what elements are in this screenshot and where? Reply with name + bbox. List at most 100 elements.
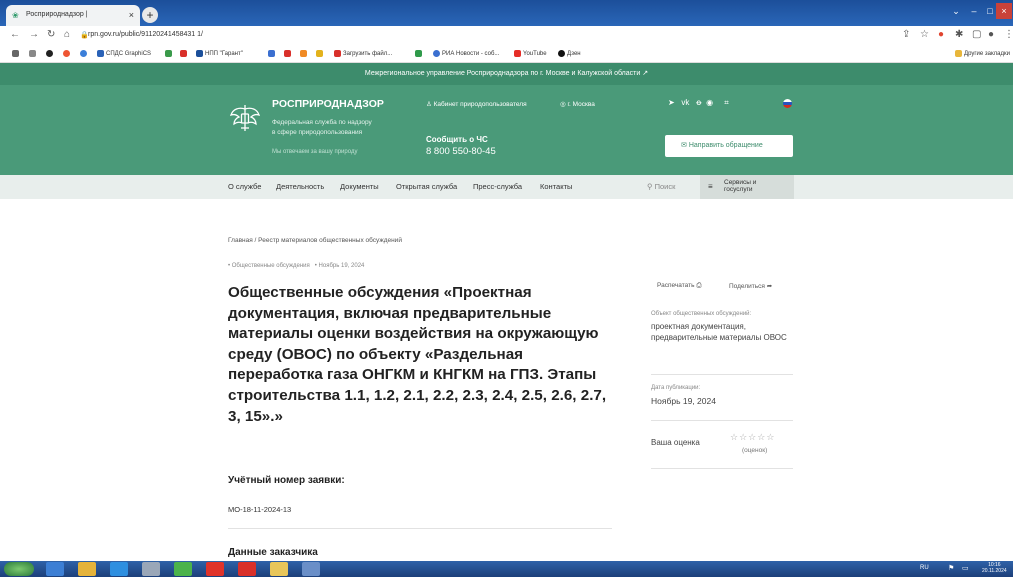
close-window-icon[interactable]: × <box>996 3 1012 19</box>
rating-label: Ваша оценка <box>651 438 700 447</box>
customer-data-heading: Данные заказчика <box>228 547 318 558</box>
bookmark-youtube[interactable]: YouTube <box>514 50 547 57</box>
breadcrumb[interactable]: Главная / Реестр материалов общественных… <box>228 237 402 244</box>
article-meta: • Общественные обсуждения • Ноябрь 19, 2… <box>228 263 364 269</box>
send-appeal-button[interactable]: ✉ Направить обращение <box>665 135 793 157</box>
back-icon[interactable]: ← <box>10 29 20 40</box>
bookmark-ya-icon[interactable] <box>63 50 72 57</box>
minimize-icon[interactable]: – <box>966 3 982 19</box>
menu-about[interactable]: О службе <box>228 182 261 191</box>
services-button[interactable]: ≡ Сервисы и госуслуги <box>700 175 794 199</box>
menu-activity[interactable]: Деятельность <box>276 182 324 191</box>
telegram-icon[interactable]: ➤ <box>668 98 675 107</box>
star-icon[interactable]: ☆ <box>730 432 738 442</box>
profile-avatar-icon[interactable]: ● <box>988 29 994 40</box>
bookmark-apps-icon[interactable] <box>12 50 21 57</box>
menu-contacts[interactable]: Контакты <box>540 182 572 191</box>
share-button[interactable]: Поделиться ➦ <box>729 282 772 290</box>
user-icon: ♙ <box>426 101 432 108</box>
bookmark-star-icon[interactable]: ☆ <box>920 29 929 40</box>
bookmark-spds[interactable]: СПДС GraphiCS <box>97 50 151 57</box>
sidepanel-icon[interactable]: ▢ <box>972 29 981 40</box>
tab-title: Росприроднадзор | <box>26 11 88 18</box>
eagle-emblem-icon[interactable] <box>228 101 262 135</box>
star-icon[interactable]: ☆ <box>757 432 765 442</box>
menu-documents[interactable]: Документы <box>340 182 379 191</box>
city-selector[interactable]: ◎ г. Москва <box>560 100 595 108</box>
folder-icon[interactable] <box>270 562 288 576</box>
other-bookmarks[interactable]: Другие закладки <box>955 50 1010 57</box>
share-page-icon[interactable]: ⇪ <box>902 29 910 40</box>
search-button[interactable]: ⚲ Поиск <box>647 182 675 191</box>
rating-stars[interactable]: ☆☆☆☆☆ <box>730 432 775 443</box>
category-tag[interactable]: • Общественные обсуждения <box>228 263 310 269</box>
browser-tab[interactable]: ❀ Росприроднадзор | × <box>6 5 140 26</box>
explorer-icon[interactable] <box>78 562 96 576</box>
new-tab-button[interactable]: + <box>142 7 158 23</box>
bookmark-grid-icon[interactable] <box>165 50 174 57</box>
print-button[interactable]: Распечатать ⎙ <box>657 282 702 290</box>
extensions-puzzle-icon[interactable]: ✱ <box>955 29 963 40</box>
clock[interactable]: 10:16 20.11.2024 <box>982 562 1007 574</box>
tray-network-icon[interactable]: ▭ <box>962 564 969 572</box>
reload-icon[interactable]: ↻ <box>47 29 55 40</box>
forward-icon[interactable]: → <box>29 29 39 40</box>
star-icon[interactable]: ☆ <box>766 432 774 442</box>
bookmark-globe-icon[interactable] <box>80 50 89 57</box>
language-flag-icon[interactable] <box>783 99 792 108</box>
ie-icon[interactable] <box>110 562 128 576</box>
bookmark-circle-icon[interactable] <box>46 50 55 57</box>
bookmark-bars-icon[interactable] <box>316 50 325 57</box>
star-icon[interactable]: ☆ <box>748 432 756 442</box>
bookmark-dzen[interactable]: Дзен <box>558 50 581 57</box>
address-bar: ← → ↻ ⌂ 🔒 rpn.gov.ru/public/911202414584… <box>0 26 1013 46</box>
object-label: Объект общественных обсуждений: <box>651 311 752 317</box>
tray-flag-icon[interactable]: ⚑ <box>948 564 954 572</box>
chrome-icon[interactable] <box>174 562 192 576</box>
media-player-icon[interactable] <box>46 562 64 576</box>
mail-icon: ✉ <box>681 142 687 149</box>
start-button-icon[interactable] <box>4 562 34 576</box>
tab-close-icon[interactable]: × <box>129 10 134 20</box>
sitemap-icon[interactable]: ⌗ <box>724 98 729 107</box>
eye-accessibility-icon[interactable]: ◉ <box>706 98 713 107</box>
yandex-icon[interactable] <box>206 562 224 576</box>
bookmark-doc-icon[interactable] <box>29 50 38 57</box>
cabinet-link[interactable]: ♙ Кабинет природопользователя <box>426 100 527 108</box>
menu-open-service[interactable]: Открытая служба <box>396 182 457 191</box>
star-icon[interactable]: ☆ <box>739 432 747 442</box>
bookmark-triangle-icon[interactable] <box>415 50 424 57</box>
rating-count: (оценок) <box>742 447 768 454</box>
regional-office-banner[interactable]: Межрегиональное управление Росприроднадз… <box>0 63 1013 85</box>
brand-name[interactable]: РОСПРИРОДНАДЗОР <box>272 98 384 110</box>
bookmark-fire-icon[interactable] <box>300 50 309 57</box>
extension-icon[interactable]: ● <box>938 29 944 40</box>
pdf-reader-icon[interactable] <box>238 562 256 576</box>
bookmark-ria[interactable]: РИА Новости - соб... <box>433 50 499 57</box>
bookmark-arrow-icon[interactable] <box>180 50 189 57</box>
app-window-icon[interactable] <box>302 562 320 576</box>
hotline-phone[interactable]: 8 800 550-80-45 <box>426 146 496 157</box>
home-icon[interactable]: ⌂ <box>64 29 70 40</box>
brand-subtitle: Федеральная служба по надзору в сфере пр… <box>272 119 372 136</box>
profile-icon[interactable]: ⌄ <box>948 3 964 19</box>
bookmark-upload[interactable]: Загрузить файл... <box>334 50 392 57</box>
menu-dots-icon[interactable]: ⋮ <box>1004 29 1013 40</box>
ok-icon[interactable]: ꝋ <box>696 98 702 107</box>
printer-icon: ⎙ <box>696 282 702 289</box>
url-field[interactable]: rpn.gov.ru/public/91120241458431 1/ <box>88 31 203 38</box>
vk-icon[interactable]: vk <box>681 98 689 107</box>
search-icon: ⚲ <box>647 182 653 191</box>
bookmark-garant[interactable]: НПП "Гарант" <box>196 50 243 57</box>
site-header <box>0 85 1013 175</box>
divider <box>228 528 612 529</box>
menu-press[interactable]: Пресс-служба <box>473 182 522 191</box>
bookmarks-bar: СПДС GraphiCS НПП "Гарант" Загрузить фай… <box>0 46 1013 63</box>
bookmark-red-icon[interactable] <box>284 50 293 57</box>
language-indicator[interactable]: RU <box>920 565 929 571</box>
report-emergency-label: Сообщить о ЧС <box>426 135 488 144</box>
calculator-icon[interactable] <box>142 562 160 576</box>
bookmark-blue-icon[interactable] <box>268 50 277 57</box>
article-title: Общественные обсуждения «Проектная докум… <box>228 284 607 425</box>
regional-office-link[interactable]: Межрегиональное управление Росприроднадз… <box>365 70 648 77</box>
